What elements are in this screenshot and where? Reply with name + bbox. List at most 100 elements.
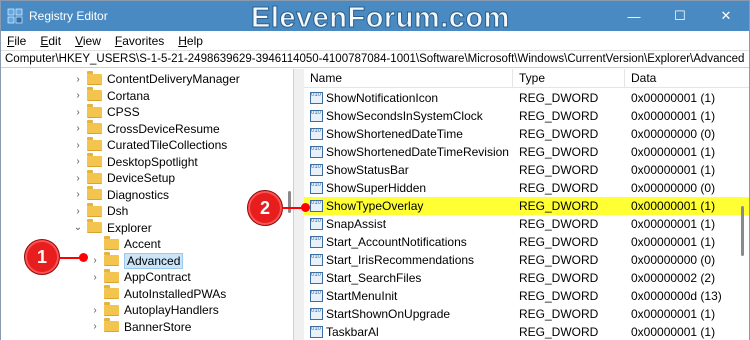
chevron-right-icon[interactable]: › xyxy=(73,156,83,167)
chevron-right-icon[interactable]: › xyxy=(90,272,100,283)
value-data: 0x00000001 (1) xyxy=(631,145,716,159)
tree-item-autoplayhandlers[interactable]: › AutoplayHandlers xyxy=(90,301,219,318)
tree-item-label: ContentDeliveryManager xyxy=(107,72,240,86)
value-row[interactable]: 010 110StartMenuInit REG_DWORD 0x0000000d … xyxy=(304,287,749,305)
value-row[interactable]: 010 110ShowSuperHidden REG_DWORD 0x0000000… xyxy=(304,179,749,197)
folder-icon xyxy=(104,318,119,332)
tree-item-crossdeviceresume[interactable]: › CrossDeviceResume xyxy=(73,120,220,137)
value-type: REG_DWORD xyxy=(519,307,599,321)
folder-icon xyxy=(87,103,102,118)
registry-editor-window: Registry Editor ElevenForum.com — ☐ ✕ Fi… xyxy=(0,0,750,340)
chevron-right-icon[interactable]: › xyxy=(73,173,83,184)
value-data: 0x00000001 (1) xyxy=(631,217,716,231)
menu-help[interactable]: Help xyxy=(178,34,203,48)
value-row[interactable]: 010 110SnapAssist REG_DWORD 0x00000001 (1) xyxy=(304,215,749,233)
chevron-right-icon[interactable]: › xyxy=(90,321,100,332)
tree-item-dsh[interactable]: › Dsh xyxy=(73,202,128,219)
tree-item-appcontract[interactable]: › AppContract xyxy=(90,268,191,285)
value-row[interactable]: 010 110ShowShortenedDateTimeRevision REG_… xyxy=(304,143,749,161)
chevron-right-icon[interactable]: › xyxy=(73,189,83,200)
value-type: REG_DWORD xyxy=(519,109,599,123)
value-row[interactable]: 010 110ShowShortenedDateTime REG_DWORD 0x0… xyxy=(304,125,749,143)
value-type: REG_DWORD xyxy=(519,199,599,213)
chevron-right-icon[interactable]: › xyxy=(90,255,100,266)
menu-file[interactable]: File xyxy=(7,34,26,48)
value-name: ShowNotificationIcon xyxy=(326,91,439,105)
tree-item-advanced[interactable]: › Advanced xyxy=(90,252,184,269)
value-data: 0x00000000 (0) xyxy=(631,181,716,195)
value-name: StartShownOnUpgrade xyxy=(326,307,451,321)
folder-icon xyxy=(104,235,119,250)
menu-view[interactable]: View xyxy=(75,34,101,48)
tree-scrollbar-thumb[interactable] xyxy=(288,191,291,213)
values-pane[interactable]: Name Type Data 010 110ShowNotificationIc… xyxy=(304,69,749,340)
value-data: 0x00000001 (1) xyxy=(631,307,716,321)
value-row[interactable]: 010 110Start_AccountNotifications REG_DWO… xyxy=(304,233,749,251)
maximize-button[interactable]: ☐ xyxy=(657,1,703,31)
value-row[interactable]: 010 110TaskbarAl REG_DWORD 0x00000001 (1) xyxy=(304,323,749,340)
tree-item-label: AutoInstalledPWAs xyxy=(124,286,227,301)
address-bar[interactable]: Computer\HKEY_USERS\S-1-5-21-2498639629-… xyxy=(1,50,749,68)
value-row[interactable]: 010 110ShowNotificationIcon REG_DWORD 0x00… xyxy=(304,89,749,107)
chevron-right-icon[interactable]: › xyxy=(73,123,83,134)
tree-item-devicesetup[interactable]: › DeviceSetup xyxy=(73,169,175,186)
chevron-right-icon[interactable]: › xyxy=(73,140,83,151)
value-row[interactable]: 010 110Start_SearchFiles REG_DWORD 0x00000… xyxy=(304,269,749,287)
folder-icon xyxy=(87,202,102,217)
chevron-right-icon[interactable]: › xyxy=(90,305,100,316)
value-row[interactable]: 010 110Start_IrisRecommendations REG_DWOR… xyxy=(304,251,749,269)
reg-dword-icon: 010 110 xyxy=(310,146,323,158)
value-type: REG_DWORD xyxy=(519,235,599,249)
column-header-name[interactable]: Name xyxy=(304,69,513,88)
tree-item-cpss[interactable]: › CPSS xyxy=(73,103,140,120)
column-header-data[interactable]: Data xyxy=(625,69,749,88)
value-name: TaskbarAl xyxy=(326,325,379,339)
tree-item-label: DesktopSpotlight xyxy=(107,154,198,169)
chevron-right-icon[interactable]: › xyxy=(73,206,83,217)
value-name: ShowStatusBar xyxy=(326,163,409,177)
close-button[interactable]: ✕ xyxy=(703,1,749,31)
value-data: 0x00000001 (1) xyxy=(631,325,716,339)
column-header-type[interactable]: Type xyxy=(513,69,625,88)
values-scrollbar-thumb[interactable] xyxy=(741,206,744,256)
reg-dword-icon: 010 110 xyxy=(310,326,323,338)
chevron-right-icon[interactable]: › xyxy=(73,74,83,85)
value-name: SnapAssist xyxy=(326,217,387,231)
folder-icon xyxy=(104,252,119,266)
minimize-button[interactable]: — xyxy=(611,1,657,31)
folder-icon xyxy=(87,120,102,134)
tree-item-curatedtilecollections[interactable]: › CuratedTileCollections xyxy=(73,136,228,153)
value-row[interactable]: 010 110StartShownOnUpgrade REG_DWORD 0x000… xyxy=(304,305,749,323)
reg-dword-icon: 010 110 xyxy=(310,254,323,266)
folder-icon xyxy=(87,136,102,151)
menu-edit[interactable]: Edit xyxy=(40,34,61,48)
tree-item-explorer[interactable]: ⌄ Explorer xyxy=(73,219,152,236)
tree-item-label: CuratedTileCollections xyxy=(107,138,228,152)
value-data: 0x0000000d (13) xyxy=(631,289,722,303)
value-type: REG_DWORD xyxy=(519,91,599,105)
title-bar[interactable]: Registry Editor ElevenForum.com — ☐ ✕ xyxy=(1,1,749,35)
value-row[interactable]: 010 110ShowSecondsInSystemClock REG_DWORD… xyxy=(304,107,749,125)
chevron-down-icon[interactable]: ⌄ xyxy=(73,222,83,233)
value-row[interactable]: 010 110ShowTypeOverlay REG_DWORD 0x0000000… xyxy=(304,197,749,215)
chevron-right-icon[interactable]: › xyxy=(73,107,83,118)
tree-item-bannerstore[interactable]: › BannerStore xyxy=(90,318,191,335)
reg-dword-icon: 010 110 xyxy=(310,308,323,320)
tree-item-cortana[interactable]: › Cortana xyxy=(73,87,150,104)
tree-item-diagnostics[interactable]: › Diagnostics xyxy=(73,186,169,203)
callout-dot-1 xyxy=(79,253,88,262)
menu-favorites[interactable]: Favorites xyxy=(115,34,164,48)
tree-item-accent[interactable]: Accent xyxy=(90,235,161,252)
tree-item-desktopspotlight[interactable]: › DesktopSpotlight xyxy=(73,153,198,170)
value-data: 0x00000001 (1) xyxy=(631,235,716,249)
value-data: 0x00000001 (1) xyxy=(631,109,716,123)
tree-item-contentdeliverymanager[interactable]: › ContentDeliveryManager xyxy=(73,70,240,87)
value-type: REG_DWORD xyxy=(519,217,599,231)
tree-item-autoinstalledpwas[interactable]: AutoInstalledPWAs xyxy=(90,285,227,302)
chevron-right-icon[interactable]: › xyxy=(73,90,83,101)
reg-dword-icon: 010 110 xyxy=(310,236,323,248)
callout-badge-1: 1 xyxy=(24,239,60,275)
value-row[interactable]: 010 110ShowStatusBar REG_DWORD 0x00000001 … xyxy=(304,161,749,179)
value-data: 0x00000001 (1) xyxy=(631,199,716,213)
reg-dword-icon: 010 110 xyxy=(310,110,323,122)
